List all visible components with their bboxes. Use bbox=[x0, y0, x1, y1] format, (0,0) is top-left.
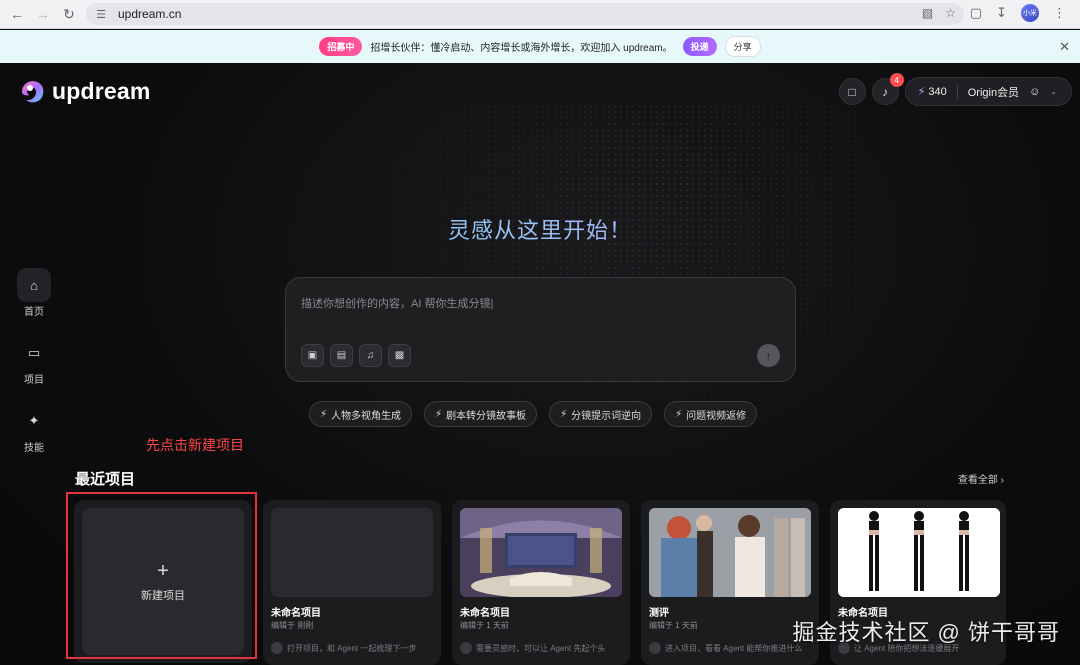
extensions-icon[interactable]: ▢ bbox=[970, 5, 982, 21]
membership-label: Origin会员 bbox=[967, 86, 1020, 99]
gift-button[interactable]: □ bbox=[838, 78, 866, 105]
project-meta: 编辑于 1 天前 bbox=[460, 621, 509, 630]
gift-icon: □ bbox=[848, 84, 856, 99]
bolt-icon: ⚡ bbox=[675, 408, 683, 420]
apply-button[interactable]: 投递 bbox=[682, 37, 717, 56]
url-text: updream.cn bbox=[118, 7, 182, 21]
notification-badge: 4 bbox=[889, 73, 904, 87]
chip-label: 人物多视角生成 bbox=[331, 410, 402, 422]
project-thumbnail bbox=[460, 508, 622, 597]
browser-toolbar: ← → ↻ ☰ updream.cn ▧ ☆ ▢ ↧ 小米 ⋮ bbox=[0, 0, 1080, 29]
document-icon[interactable]: ▤ bbox=[330, 344, 353, 367]
close-icon[interactable]: ✕ bbox=[1059, 39, 1070, 55]
agent-avatar bbox=[460, 642, 472, 654]
chip-prompt-reverse[interactable]: ⚡ 分镜提示词逆向 bbox=[549, 401, 653, 427]
notification-button[interactable]: ♪ 4 bbox=[871, 73, 904, 105]
download-icon[interactable]: ↧ bbox=[996, 5, 1007, 21]
project-desc: 需要灵感时，可以让 Agent 先起个头 bbox=[460, 640, 628, 656]
updream-logo-icon bbox=[22, 81, 44, 103]
banner-text: 招增长伙伴：懂冷启动、内容增长或海外增长，欢迎加入 updream。 bbox=[370, 43, 673, 54]
music-icon[interactable]: ♫ bbox=[359, 344, 382, 367]
bolt-icon: ⚡ bbox=[560, 408, 568, 420]
project-desc-text: 进入项目，看看 Agent 能帮你推进什么 bbox=[665, 643, 803, 653]
user-icon: ☺ bbox=[1029, 85, 1041, 98]
project-card[interactable]: 未命名项目 编辑于 1 天前 需要灵感时，可以让 Agent 先起个头 bbox=[452, 500, 630, 665]
address-bar[interactable]: ☰ updream.cn ▧ ☆ bbox=[86, 3, 964, 25]
banner-tag: 招募中 bbox=[319, 37, 363, 56]
project-meta: 编辑于 1 天前 bbox=[649, 621, 698, 630]
credits-display[interactable]: ⚡ 340 bbox=[918, 85, 947, 98]
view-all-label: 查看全部 bbox=[957, 475, 998, 486]
logo[interactable]: updream bbox=[18, 76, 151, 106]
profile-avatar[interactable]: 小米 bbox=[1021, 4, 1039, 22]
reload-icon[interactable]: ↻ bbox=[58, 3, 80, 25]
project-title: 未命名项目 bbox=[271, 608, 321, 619]
divider bbox=[956, 84, 958, 99]
recruitment-banner: 招募中 招增长伙伴：懂冷启动、内容增长或海外增长，欢迎加入 updream。 投… bbox=[0, 30, 1080, 63]
project-desc-text: 打开项目，和 Agent 一起梳理下一步 bbox=[287, 643, 417, 653]
project-card[interactable]: 未命名项目 编辑于 刚刚 打开项目，和 Agent 一起梳理下一步 bbox=[263, 500, 441, 665]
image-upload-icon[interactable]: ▣ bbox=[301, 344, 324, 367]
bolt-icon: ⚡ bbox=[435, 408, 443, 420]
project-desc: 打开项目，和 Agent 一起梳理下一步 bbox=[271, 640, 439, 656]
project-desc-text: 需要灵感时，可以让 Agent 先起个头 bbox=[476, 643, 606, 653]
credits-value: 340 bbox=[928, 86, 947, 98]
chip-label: 问题视频返修 bbox=[686, 410, 747, 422]
quick-skill-chips: ⚡ 人物多视角生成 ⚡ 剧本转分镜故事板 ⚡ 分镜提示词逆向 ⚡ 问题视频返修 bbox=[309, 401, 758, 427]
highlight-box bbox=[66, 492, 257, 659]
sidebar-nav: ⌂ 首页 ▭ 项目 ✦ 技能 bbox=[14, 268, 54, 472]
project-meta: 编辑于 刚刚 bbox=[271, 621, 314, 630]
thumbnail-room-image bbox=[460, 508, 622, 597]
cast-icon[interactable]: ▧ bbox=[922, 6, 933, 20]
logo-text: updream bbox=[52, 77, 151, 104]
annotation-text: 先点击新建项目 bbox=[146, 437, 244, 453]
chip-character-multiview[interactable]: ⚡ 人物多视角生成 bbox=[309, 401, 413, 427]
recent-projects-title: 最近项目 bbox=[75, 471, 136, 488]
chip-label: 剧本转分镜故事板 bbox=[446, 410, 527, 422]
thumbnail-model-image bbox=[838, 508, 1000, 597]
prompt-input[interactable]: 描述你想创作的内容，AI 帮你生成分镜| ▣ ▤ ♫ ▩ ↑ bbox=[285, 277, 796, 382]
sparkle-icon: ✦ bbox=[28, 413, 40, 428]
menu-icon[interactable]: ⋮ bbox=[1053, 5, 1066, 21]
bell-icon: ♪ bbox=[882, 84, 889, 99]
prompt-placeholder: 描述你想创作的内容，AI 帮你生成分镜| bbox=[301, 298, 494, 310]
app-main: updream □ ♪ 4 ⚡ 340 Origin会员 ☺ ⌄ ⌂ 首页 ▭ … bbox=[0, 63, 1080, 665]
header-actions: □ ♪ 4 ⚡ 340 Origin会员 ☺ ⌄ bbox=[838, 73, 1072, 106]
project-thumbnail bbox=[649, 508, 811, 597]
project-thumbnail bbox=[838, 508, 1000, 597]
project-thumbnail bbox=[271, 508, 433, 597]
project-title: 测评 bbox=[649, 608, 669, 619]
chevron-down-icon: ⌄ bbox=[1050, 87, 1057, 96]
send-button[interactable]: ↑ bbox=[757, 344, 780, 367]
sidebar-item-projects[interactable]: ▭ 项目 bbox=[14, 336, 54, 386]
sidebar-item-home[interactable]: ⌂ 首页 bbox=[14, 268, 54, 318]
video-icon[interactable]: ▩ bbox=[388, 344, 411, 367]
agent-avatar bbox=[271, 642, 283, 654]
forward-icon[interactable]: → bbox=[32, 3, 54, 25]
chip-script-to-storyboard[interactable]: ⚡ 剧本转分镜故事板 bbox=[424, 401, 538, 427]
share-button[interactable]: 分享 bbox=[724, 36, 761, 57]
bookmark-star-icon[interactable]: ☆ bbox=[945, 6, 956, 20]
prompt-tools: ▣ ▤ ♫ ▩ bbox=[301, 344, 411, 367]
agent-avatar bbox=[649, 642, 661, 654]
chip-label: 分镜提示词逆向 bbox=[571, 410, 642, 422]
account-menu[interactable]: ⚡ 340 Origin会员 ☺ ⌄ bbox=[904, 77, 1072, 106]
sidebar-item-label: 项目 bbox=[24, 375, 44, 386]
view-all-link[interactable]: 查看全部 › bbox=[958, 471, 1004, 486]
project-title: 未命名项目 bbox=[460, 608, 510, 619]
watermark: 掘金技术社区 @ 饼干哥哥 bbox=[792, 620, 1060, 645]
hero-title: 灵感从这里开始！ bbox=[0, 213, 1080, 245]
sidebar-item-label: 首页 bbox=[24, 307, 44, 318]
back-icon[interactable]: ← bbox=[6, 3, 28, 25]
folder-icon: ▭ bbox=[27, 345, 41, 360]
bolt-icon: ⚡ bbox=[917, 86, 926, 98]
sidebar-item-label: 技能 bbox=[24, 443, 44, 454]
chevron-right-icon: › bbox=[1000, 475, 1004, 486]
chip-video-repair[interactable]: ⚡ 问题视频返修 bbox=[664, 401, 758, 427]
thumbnail-people-image bbox=[649, 508, 811, 597]
site-settings-icon[interactable]: ☰ bbox=[94, 7, 108, 21]
sidebar-item-skills[interactable]: ✦ 技能 bbox=[14, 404, 54, 454]
home-icon: ⌂ bbox=[17, 268, 51, 302]
bolt-icon: ⚡ bbox=[320, 408, 328, 420]
